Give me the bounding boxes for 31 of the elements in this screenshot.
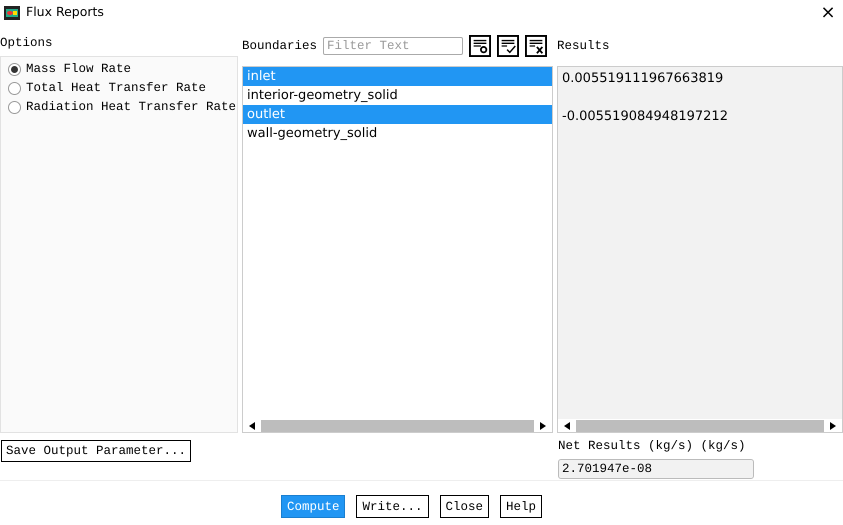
- scroll-left-icon[interactable]: [249, 422, 255, 430]
- dialog-button[interactable]: Write...: [356, 495, 428, 518]
- results-label: Results: [557, 38, 610, 55]
- deselect-all-icon[interactable]: [525, 35, 548, 57]
- radio-button[interactable]: [8, 82, 21, 95]
- app-icon: [4, 6, 20, 20]
- scroll-right-icon[interactable]: [830, 422, 836, 430]
- radio-button[interactable]: [8, 62, 21, 76]
- boundaries-label: Boundaries: [242, 38, 318, 55]
- dialog-button[interactable]: Close: [440, 495, 490, 518]
- result-value: 0.005519111967663819: [561, 70, 724, 88]
- option-label: Total Heat Transfer Rate: [26, 80, 206, 97]
- result-value: -0.005519084948197212: [561, 108, 729, 126]
- select-all-icon[interactable]: [497, 35, 520, 57]
- net-results-label: Net Results (kg/s) (kg/s): [558, 438, 747, 455]
- save-output-parameter-button[interactable]: Save Output Parameter...: [1, 440, 192, 462]
- dialog-button[interactable]: Help: [500, 495, 542, 518]
- list-item[interactable]: wall-geometry_solid: [243, 124, 552, 143]
- scrollbar[interactable]: [558, 419, 842, 432]
- option-label: Mass Flow Rate: [26, 60, 132, 78]
- filter-field[interactable]: Filter Text: [323, 37, 464, 55]
- list-settings-icon[interactable]: [469, 35, 492, 57]
- net-results-field: 2.701947e-08: [558, 458, 754, 479]
- option-label: Radiation Heat Transfer Rate: [26, 98, 236, 116]
- scroll-left-icon[interactable]: [564, 422, 570, 430]
- options-label: Options: [0, 35, 54, 52]
- scroll-right-icon[interactable]: [540, 422, 546, 430]
- close-button[interactable]: ×: [813, 4, 843, 22]
- radio-button[interactable]: [8, 100, 21, 114]
- window-title: Flux Reports: [26, 3, 104, 22]
- list-item[interactable]: interior-geometry_solid: [243, 86, 552, 105]
